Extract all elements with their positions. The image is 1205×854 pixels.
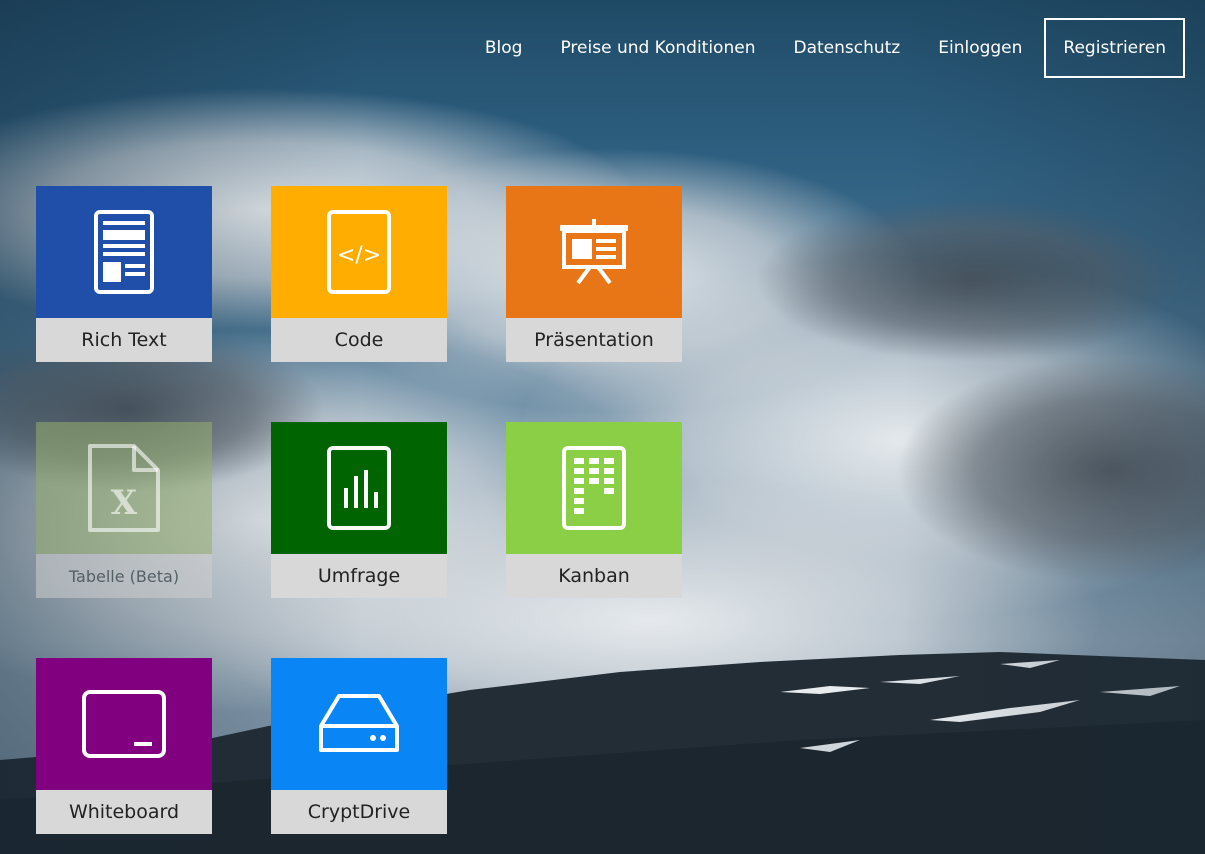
tile-label: Rich Text bbox=[36, 318, 212, 362]
spreadsheet-icon: X bbox=[88, 444, 160, 532]
app-tile-presentation[interactable]: Präsentation bbox=[506, 186, 682, 362]
tile-icon-area bbox=[36, 186, 212, 318]
document-icon bbox=[94, 210, 154, 294]
svg-text:X: X bbox=[111, 483, 138, 523]
tile-label: Tabelle (Beta) bbox=[36, 554, 212, 598]
tile-label: Code bbox=[271, 318, 447, 362]
app-tile-whiteboard[interactable]: Whiteboard bbox=[36, 658, 212, 834]
tile-icon-area: </> bbox=[271, 186, 447, 318]
poll-chart-icon bbox=[327, 446, 391, 530]
nav-link-privacy[interactable]: Datenschutz bbox=[793, 38, 900, 58]
whiteboard-icon bbox=[82, 690, 166, 758]
tile-label: Präsentation bbox=[506, 318, 682, 362]
app-tile-cryptdrive[interactable]: CryptDrive bbox=[271, 658, 447, 834]
tile-label: Umfrage bbox=[271, 554, 447, 598]
tile-icon-area bbox=[36, 658, 212, 790]
tile-icon-area bbox=[506, 422, 682, 554]
top-navigation: Blog Preise und Konditionen Datenschutz … bbox=[485, 16, 1185, 80]
app-tile-code[interactable]: </> Code bbox=[271, 186, 447, 362]
tile-label: Whiteboard bbox=[36, 790, 212, 834]
tile-label: CryptDrive bbox=[271, 790, 447, 834]
svg-text:</>: </> bbox=[337, 243, 381, 268]
app-tile-rich-text[interactable]: Rich Text bbox=[36, 186, 212, 362]
kanban-board-icon bbox=[562, 446, 626, 530]
tile-label: Kanban bbox=[506, 554, 682, 598]
tile-icon-area bbox=[506, 186, 682, 318]
register-button[interactable]: Registrieren bbox=[1044, 18, 1185, 78]
app-tile-kanban[interactable]: Kanban bbox=[506, 422, 682, 598]
tile-icon-area bbox=[271, 422, 447, 554]
app-tile-spreadsheet: X Tabelle (Beta) bbox=[36, 422, 212, 598]
tile-icon-area bbox=[271, 658, 447, 790]
app-tile-poll[interactable]: Umfrage bbox=[271, 422, 447, 598]
drive-icon bbox=[319, 694, 399, 752]
presentation-icon bbox=[560, 219, 628, 285]
nav-link-login[interactable]: Einloggen bbox=[938, 38, 1022, 58]
tile-icon-area: X bbox=[36, 422, 212, 554]
nav-link-pricing[interactable]: Preise und Konditionen bbox=[560, 38, 755, 58]
nav-link-blog[interactable]: Blog bbox=[485, 38, 523, 58]
code-icon: </> bbox=[327, 210, 391, 294]
